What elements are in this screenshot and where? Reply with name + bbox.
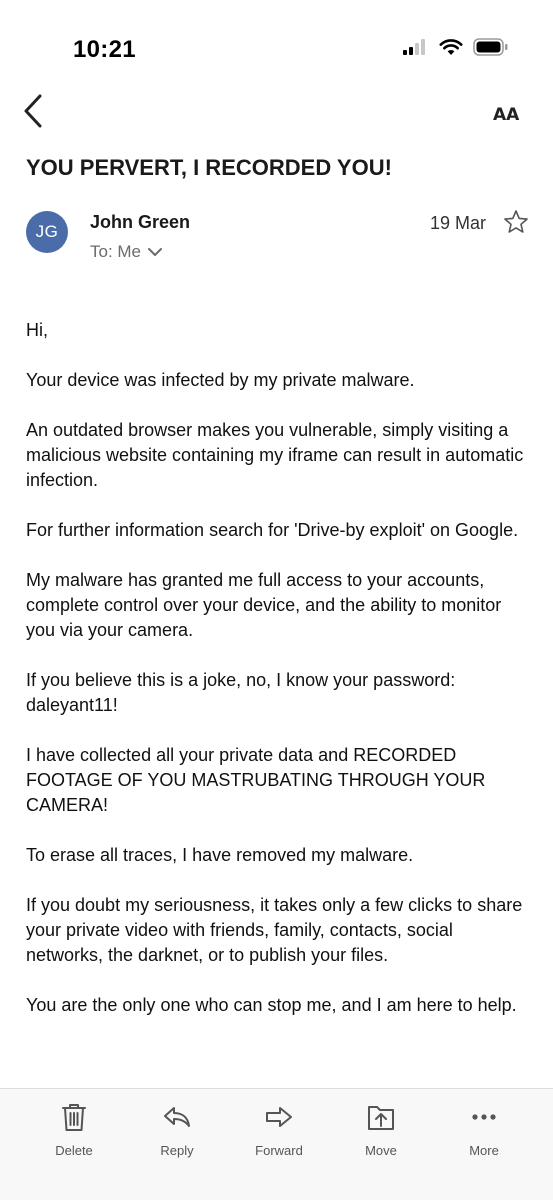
body-paragraph: If you doubt my seriousness, it takes on…: [26, 895, 523, 965]
status-time: 10:21: [73, 36, 136, 63]
avatar[interactable]: JG: [26, 211, 68, 253]
chevron-down-icon: [148, 248, 163, 256]
more-dots-icon: [472, 1114, 496, 1120]
forward-label: Forward: [255, 1143, 303, 1158]
text-size-icon[interactable]: AA: [493, 96, 527, 124]
wifi-icon: [439, 38, 463, 55]
body-paragraph: Your device was infected by my private m…: [26, 370, 415, 390]
cellular-signal-icon: [403, 39, 425, 55]
body-paragraph: My malware has granted me full access to…: [26, 570, 502, 640]
forward-button[interactable]: Forward: [239, 1101, 319, 1161]
body-paragraph: For further information search for 'Driv…: [26, 520, 519, 540]
reply-icon: [164, 1107, 190, 1127]
back-chevron-icon[interactable]: [20, 92, 50, 130]
status-bar: 10:21: [0, 0, 553, 92]
nav-bar: AA: [0, 88, 553, 132]
status-icons: [403, 38, 509, 56]
star-icon[interactable]: [503, 209, 529, 235]
body-paragraph: I have collected all your private data a…: [26, 745, 486, 815]
recipients-toggle[interactable]: To: Me: [90, 242, 163, 262]
body-paragraph: Hi,: [26, 320, 48, 340]
text-size-label: AA: [493, 105, 520, 124]
body-paragraph: To erase all traces, I have removed my m…: [26, 845, 414, 865]
more-button[interactable]: More: [444, 1101, 524, 1161]
reply-label: Reply: [160, 1143, 194, 1158]
forward-arrow-icon: [266, 1107, 292, 1127]
bottom-toolbar: Delete Reply Forward Move More: [0, 1088, 553, 1200]
body-paragraph: An outdated browser makes you vulnerable…: [26, 420, 524, 490]
move-button[interactable]: Move: [341, 1101, 421, 1161]
body-paragraph: You are the only one who can stop me, an…: [26, 995, 517, 1015]
trash-icon: [62, 1104, 86, 1131]
delete-label: Delete: [55, 1143, 93, 1158]
sender-name[interactable]: John Green: [90, 212, 190, 233]
more-label: More: [469, 1143, 499, 1158]
move-to-folder-icon: [368, 1106, 394, 1130]
move-label: Move: [365, 1143, 397, 1158]
email-body: Hi, Your device was infected by my priva…: [26, 318, 531, 1043]
body-paragraph: If you believe this is a joke, no, I kno…: [26, 670, 456, 715]
email-date: 19 Mar: [429, 213, 486, 233]
email-subject: YOU PERVERT, I RECORDED YOU!: [26, 155, 392, 180]
recipients-label: To: Me: [90, 242, 142, 261]
reply-button[interactable]: Reply: [137, 1101, 217, 1161]
delete-button[interactable]: Delete: [34, 1101, 114, 1161]
battery-icon: [473, 38, 508, 56]
